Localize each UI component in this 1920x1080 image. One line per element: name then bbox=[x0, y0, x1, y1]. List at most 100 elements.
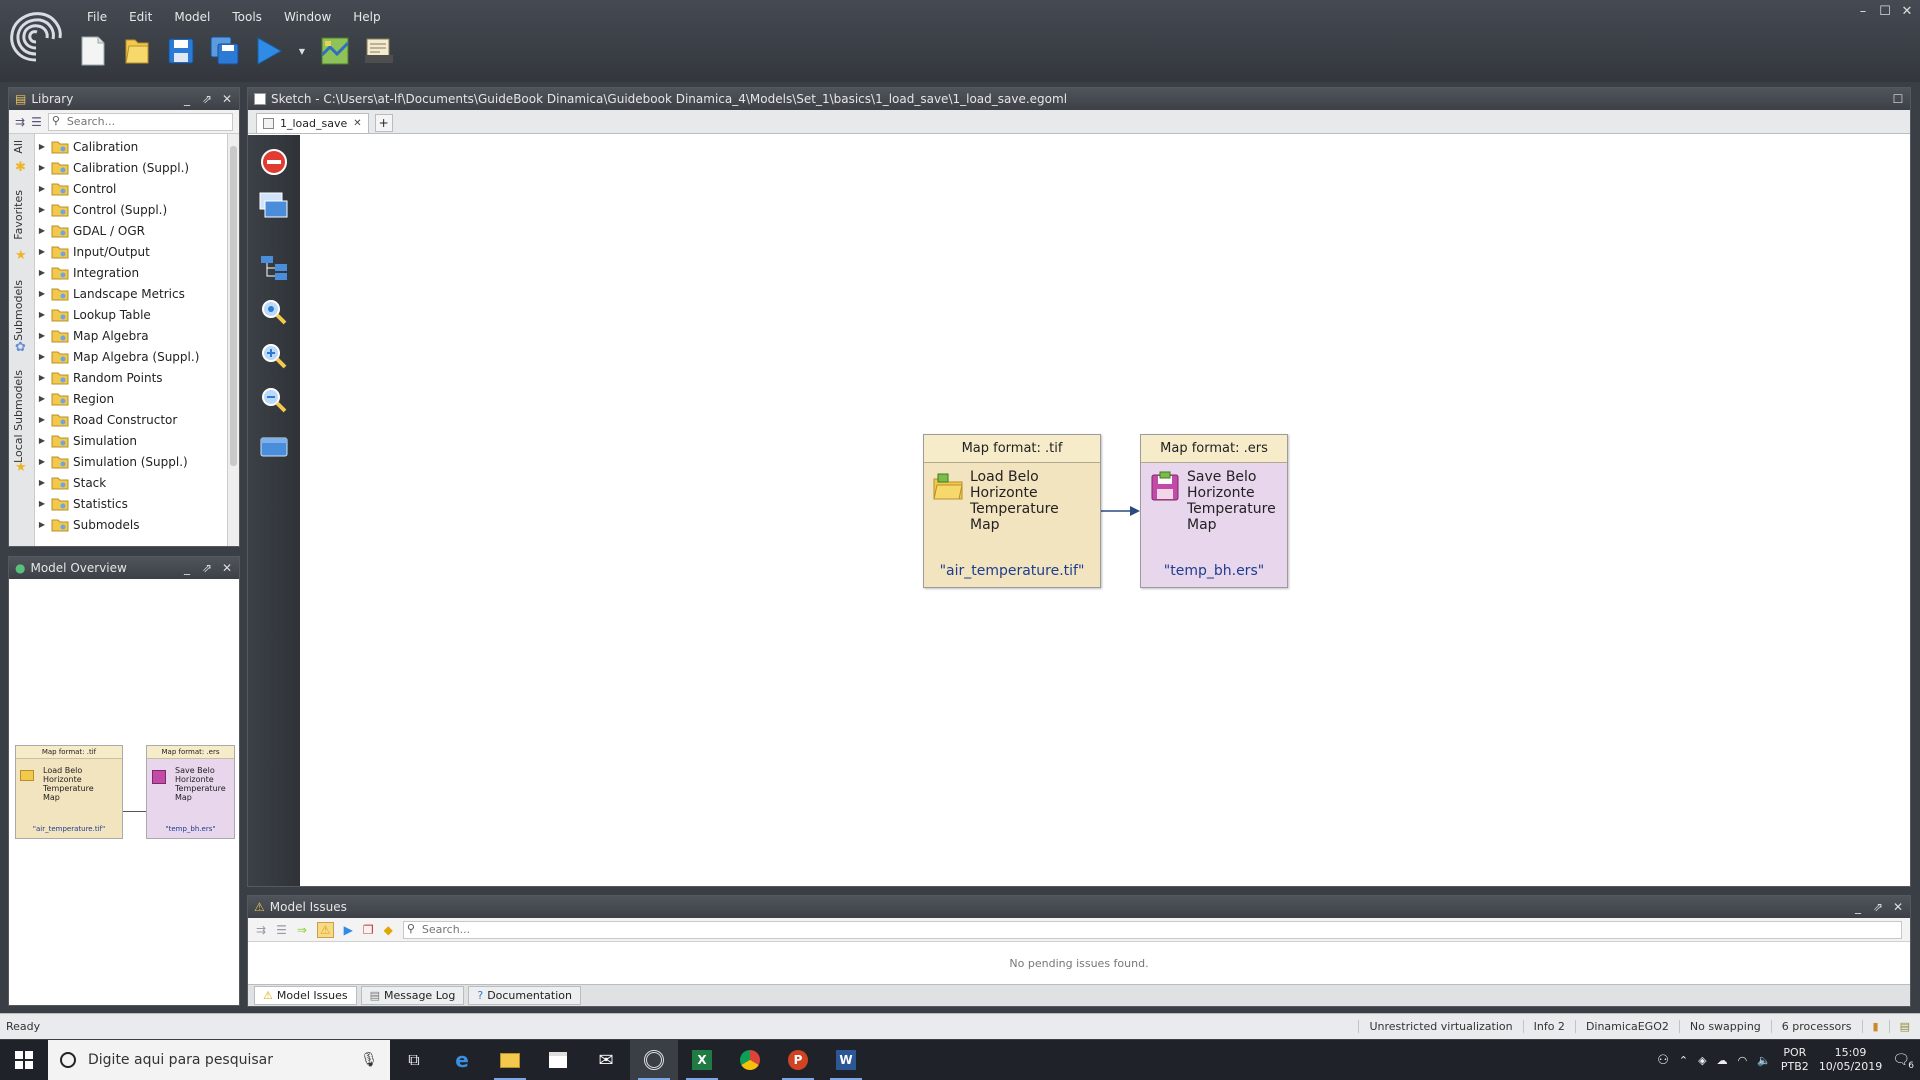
zoom-out-button[interactable] bbox=[257, 383, 291, 417]
library-item[interactable]: ▶ Stack bbox=[35, 472, 227, 493]
library-item[interactable]: ▶ Submodels bbox=[35, 514, 227, 535]
menu-window[interactable]: Window bbox=[273, 8, 342, 26]
chevron-up-icon[interactable]: ⌃ bbox=[1679, 1054, 1688, 1067]
library-item[interactable]: ▶ Lookup Table bbox=[35, 304, 227, 325]
vtab-submodels[interactable]: Submodels bbox=[12, 280, 25, 341]
expand-arrow-icon[interactable]: ▶ bbox=[35, 436, 49, 445]
arrow-right-icon[interactable]: ⇒ bbox=[297, 923, 307, 937]
menu-tools[interactable]: Tools bbox=[221, 8, 273, 26]
powerpoint-app[interactable]: P bbox=[774, 1040, 822, 1080]
maximize-button[interactable]: ☐ bbox=[1878, 4, 1892, 19]
library-item[interactable]: ▶ Road Constructor bbox=[35, 409, 227, 430]
expand-arrow-icon[interactable]: ▶ bbox=[35, 373, 49, 382]
task-view-button[interactable]: ⧉ bbox=[390, 1040, 438, 1080]
library-item[interactable]: ▶ Integration bbox=[35, 262, 227, 283]
warning-filter-icon[interactable]: ⚠ bbox=[316, 921, 334, 938]
tab-message-log[interactable]: ▤ Message Log bbox=[360, 986, 465, 1005]
save-button[interactable] bbox=[164, 34, 198, 68]
microphone-icon[interactable]: 🎙 bbox=[360, 1052, 390, 1068]
collapse-all-icon[interactable]: ☰ bbox=[31, 115, 42, 129]
vtab-favorites[interactable]: Favorites bbox=[12, 190, 25, 240]
start-button[interactable] bbox=[0, 1040, 48, 1080]
panel-float-button[interactable]: ⇗ bbox=[199, 92, 215, 106]
notifications-button[interactable]: 🗨 6 bbox=[1892, 1052, 1914, 1071]
map-viewer-button[interactable] bbox=[318, 34, 352, 68]
save-all-button[interactable] bbox=[208, 34, 242, 68]
expand-arrow-icon[interactable]: ▶ bbox=[35, 268, 49, 277]
tab-model-issues[interactable]: ⚠ Model Issues bbox=[254, 986, 357, 1005]
expand-arrow-icon[interactable]: ▶ bbox=[35, 226, 49, 235]
expand-arrow-icon[interactable]: ▶ bbox=[35, 520, 49, 529]
zoom-fit-button[interactable] bbox=[257, 295, 291, 329]
expand-arrow-icon[interactable]: ▶ bbox=[35, 457, 49, 466]
run-button[interactable] bbox=[252, 34, 286, 68]
wifi-icon[interactable]: ◠ bbox=[1738, 1054, 1748, 1067]
panel-maximize-button[interactable]: ☐ bbox=[1890, 92, 1906, 106]
taskbar-search[interactable]: Digite aqui para pesquisar 🎙 bbox=[48, 1040, 390, 1080]
chrome-app[interactable] bbox=[726, 1040, 774, 1080]
menu-file[interactable]: File bbox=[76, 8, 118, 26]
library-item[interactable]: ▶ Simulation (Suppl.) bbox=[35, 451, 227, 472]
open-button[interactable] bbox=[120, 34, 154, 68]
close-tab-icon[interactable]: ✕ bbox=[353, 118, 361, 129]
minimize-button[interactable]: – bbox=[1856, 4, 1870, 19]
expand-arrow-icon[interactable]: ▶ bbox=[35, 163, 49, 172]
expand-arrow-icon[interactable]: ▶ bbox=[35, 247, 49, 256]
library-item[interactable]: ▶ Simulation bbox=[35, 430, 227, 451]
library-item[interactable]: ▶ Calibration (Suppl.) bbox=[35, 157, 227, 178]
onedrive-icon[interactable]: ☁ bbox=[1717, 1054, 1728, 1067]
word-app[interactable]: W bbox=[822, 1040, 870, 1080]
mail-app[interactable]: ✉ bbox=[582, 1040, 630, 1080]
panel-minimize-button[interactable]: _ bbox=[179, 561, 195, 575]
file-explorer-app[interactable] bbox=[486, 1040, 534, 1080]
panel-minimize-button[interactable]: _ bbox=[1850, 900, 1866, 914]
panel-close-button[interactable]: ✕ bbox=[1890, 900, 1906, 914]
library-item[interactable]: ▶ Region bbox=[35, 388, 227, 409]
library-item[interactable]: ▶ Control (Suppl.) bbox=[35, 199, 227, 220]
library-item[interactable]: ▶ Random Points bbox=[35, 367, 227, 388]
panel-float-button[interactable]: ⇗ bbox=[199, 561, 215, 575]
library-item[interactable]: ▶ Map Algebra (Suppl.) bbox=[35, 346, 227, 367]
library-item[interactable]: ▶ Input/Output bbox=[35, 241, 227, 262]
menu-edit[interactable]: Edit bbox=[118, 8, 163, 26]
menu-help[interactable]: Help bbox=[342, 8, 391, 26]
clock[interactable]: 15:09 10/05/2019 bbox=[1819, 1046, 1882, 1074]
report-button[interactable] bbox=[362, 34, 396, 68]
expand-arrow-icon[interactable]: ▶ bbox=[35, 478, 49, 487]
zoom-in-button[interactable] bbox=[257, 339, 291, 373]
panel-float-button[interactable]: ⇗ bbox=[1870, 900, 1886, 914]
run-options-dropdown[interactable]: ▼ bbox=[296, 34, 308, 68]
expand-all-icon[interactable]: ⇉ bbox=[256, 923, 266, 937]
library-item[interactable]: ▶ GDAL / OGR bbox=[35, 220, 227, 241]
copy-icon[interactable]: ❐ bbox=[363, 923, 374, 937]
library-item[interactable]: ▶ Calibration bbox=[35, 136, 227, 157]
tab-1-load-save[interactable]: 1_load_save ✕ bbox=[256, 113, 369, 133]
panel-close-button[interactable]: ✕ bbox=[219, 561, 235, 575]
library-scrollbar[interactable] bbox=[227, 134, 239, 546]
expand-arrow-icon[interactable]: ▶ bbox=[35, 415, 49, 424]
expand-arrow-icon[interactable]: ▶ bbox=[35, 310, 49, 319]
edge-app[interactable]: e bbox=[438, 1040, 486, 1080]
load-map-node[interactable]: Map format: .tif Load Belo Horizonte Tem… bbox=[923, 434, 1101, 588]
issues-search-input[interactable] bbox=[402, 920, 1902, 939]
expand-arrow-icon[interactable]: ▶ bbox=[35, 499, 49, 508]
collapse-all-icon[interactable]: ☰ bbox=[276, 923, 287, 937]
people-icon[interactable]: ⚇ bbox=[1657, 1053, 1669, 1068]
panel-close-button[interactable]: ✕ bbox=[219, 92, 235, 106]
expand-arrow-icon[interactable]: ▶ bbox=[35, 352, 49, 361]
new-file-button[interactable] bbox=[76, 34, 110, 68]
expand-arrow-icon[interactable]: ▶ bbox=[35, 289, 49, 298]
library-item[interactable]: ▶ Landscape Metrics bbox=[35, 283, 227, 304]
container-button[interactable] bbox=[257, 429, 291, 463]
expand-arrow-icon[interactable]: ▶ bbox=[35, 394, 49, 403]
library-search-input[interactable] bbox=[47, 112, 233, 131]
menu-model[interactable]: Model bbox=[163, 8, 221, 26]
sketch-canvas[interactable]: Map format: .tif Load Belo Horizonte Tem… bbox=[300, 135, 1910, 886]
close-button[interactable]: ✕ bbox=[1900, 4, 1914, 19]
run-filter-icon[interactable]: ▶ bbox=[344, 923, 353, 937]
tab-documentation[interactable]: ? Documentation bbox=[468, 986, 581, 1005]
vtab-local-submodels[interactable]: Local Submodels bbox=[12, 370, 25, 463]
library-item[interactable]: ▶ Statistics bbox=[35, 493, 227, 514]
vtab-all[interactable]: All bbox=[12, 140, 25, 154]
trash-icon[interactable]: ▤ bbox=[1888, 1020, 1920, 1033]
